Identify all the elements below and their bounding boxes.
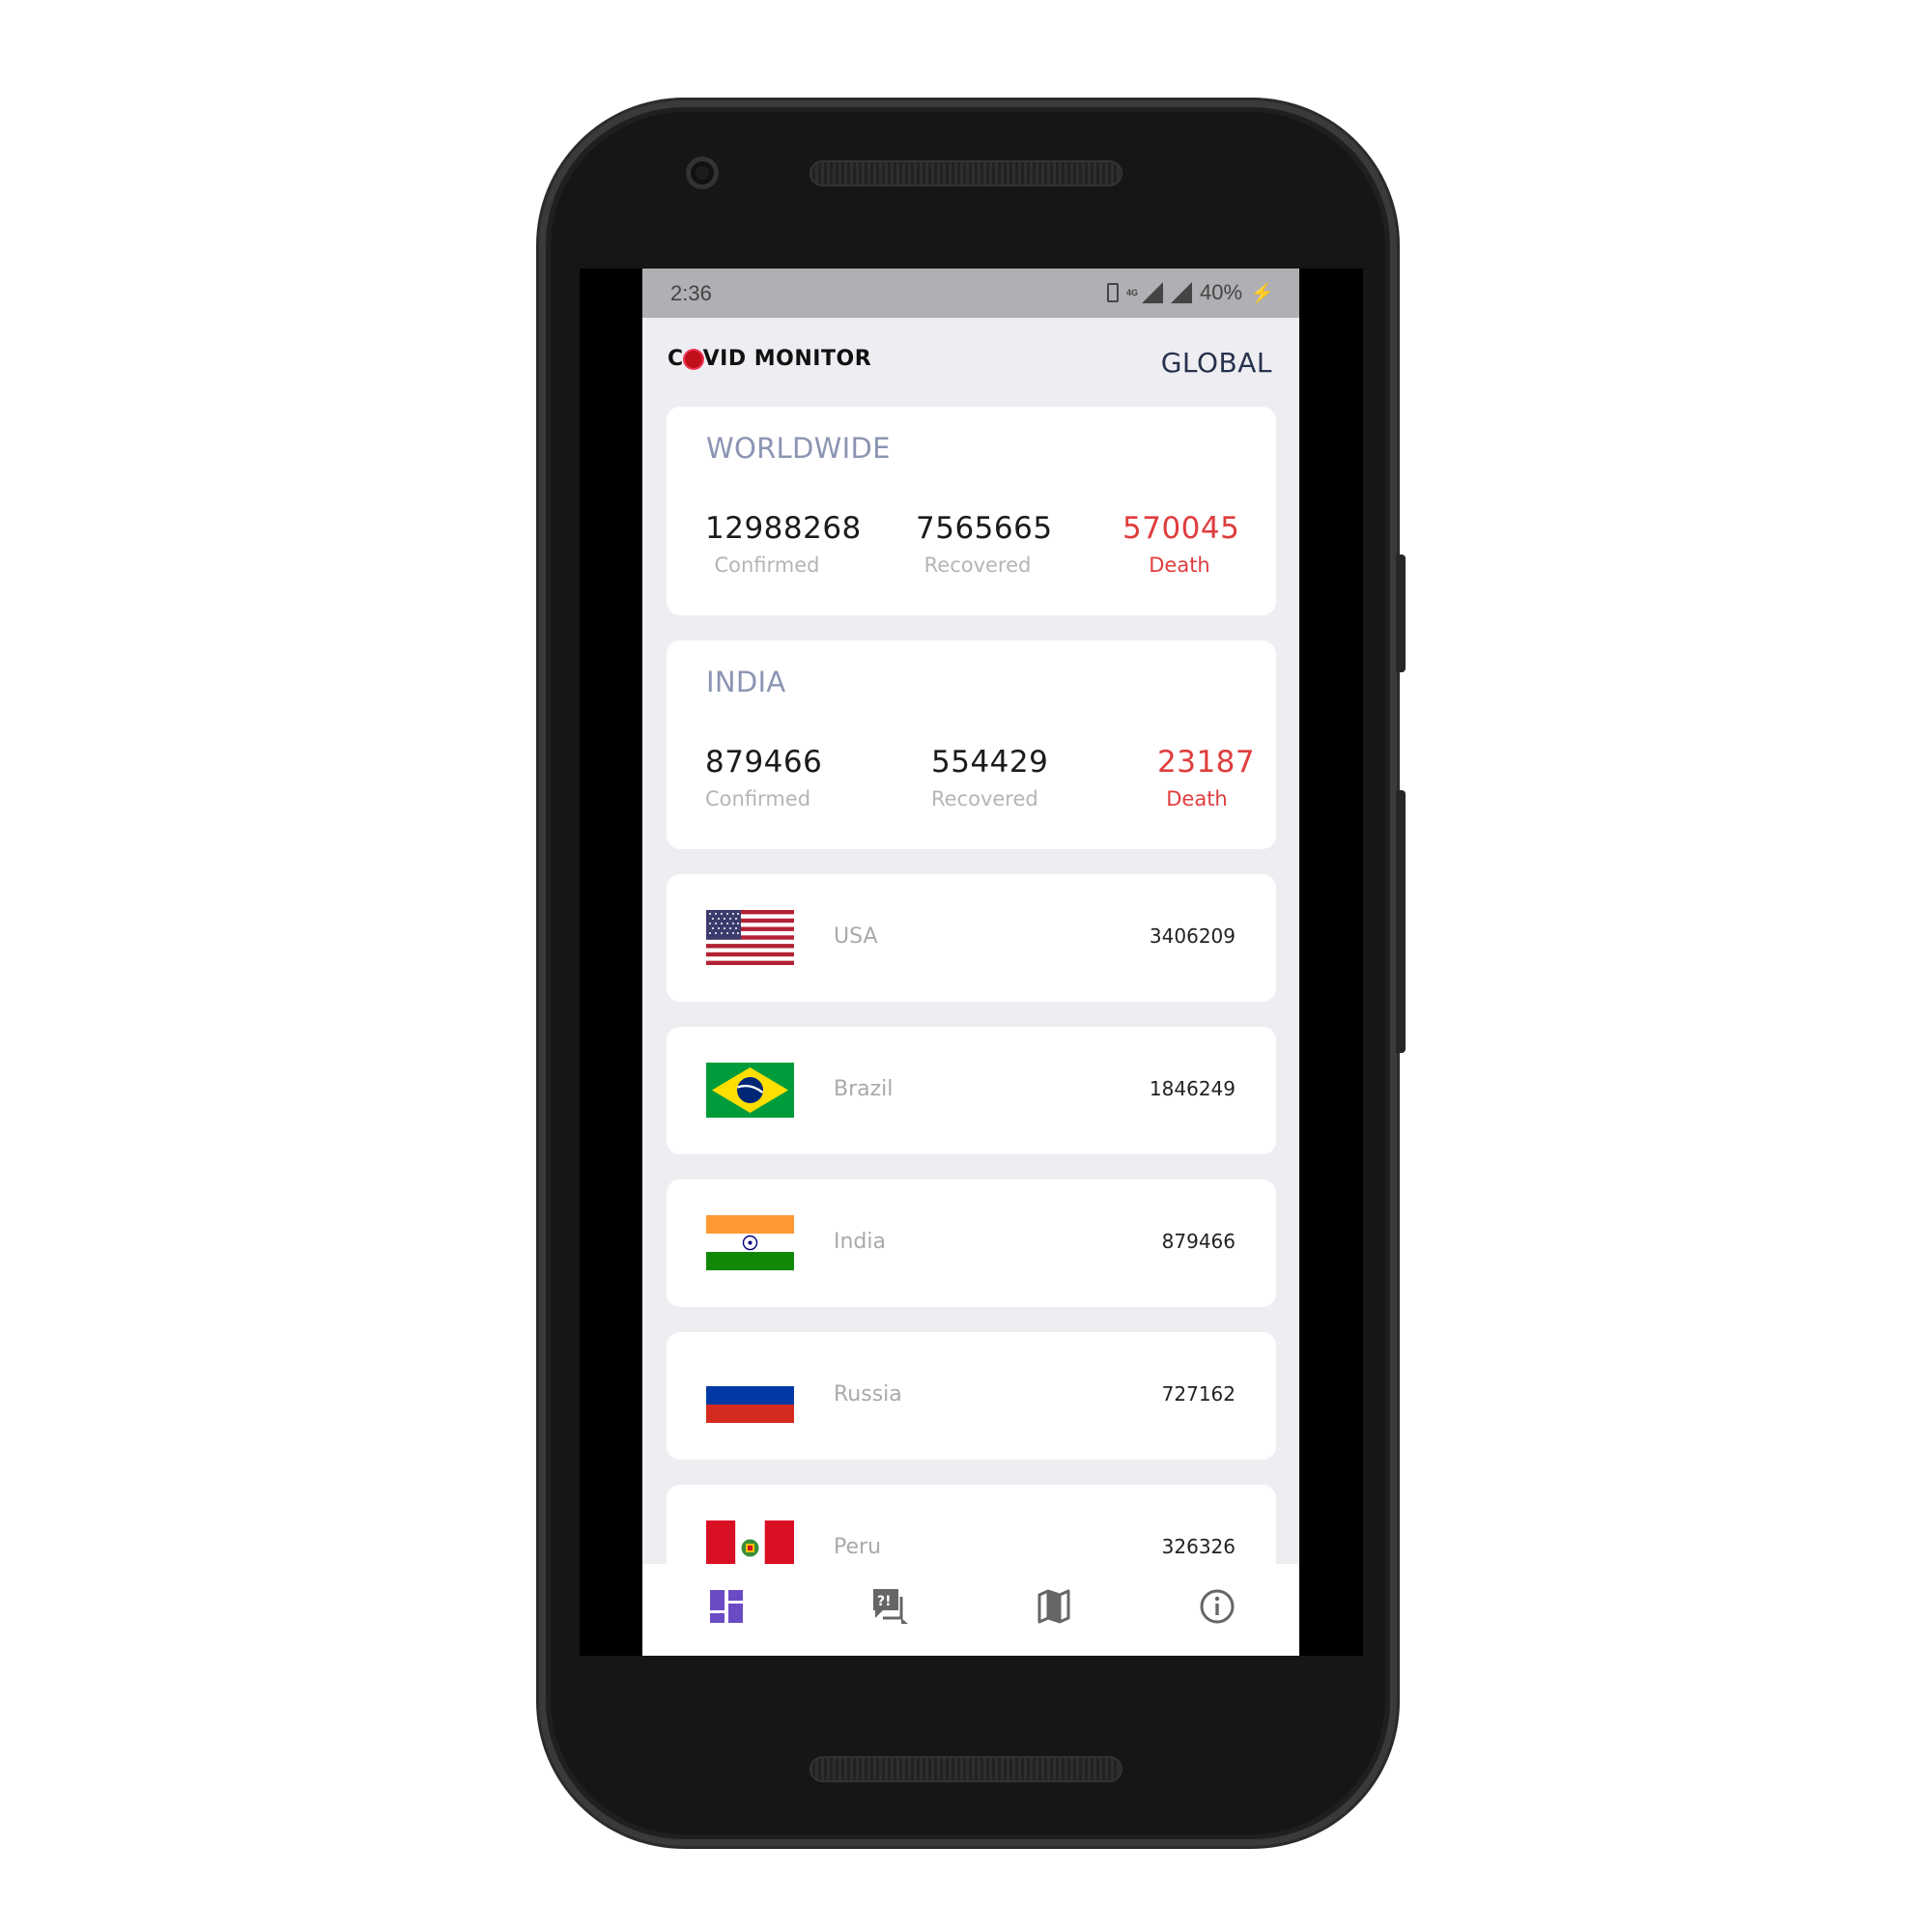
- country-confirmed: 3406209: [1149, 924, 1236, 948]
- india-death: 23187 Death: [1157, 745, 1256, 810]
- power-button: [1396, 554, 1406, 672]
- front-camera: [686, 156, 719, 189]
- brazil-flag: [706, 1063, 794, 1118]
- country-name: Brazil: [834, 1077, 894, 1101]
- worldwide-title: WORLDWIDE: [706, 432, 891, 465]
- logo-text: VID MONITOR: [702, 347, 872, 371]
- usa-flag: [706, 910, 794, 965]
- confirmed-label: Confirmed: [705, 787, 811, 810]
- death-label: Death: [1149, 554, 1210, 577]
- country-row-usa[interactable]: USA 3406209: [667, 874, 1276, 1002]
- worldwide-recovered: 7565665 Recovered: [916, 511, 1053, 577]
- india-confirmed: 879466 Confirmed: [705, 745, 823, 810]
- country-confirmed: 326326: [1161, 1535, 1236, 1558]
- earpiece-speaker: [810, 160, 1122, 186]
- bottom-speaker: [810, 1756, 1122, 1782]
- status-bar: 2:36 4G 40% ⚡: [642, 269, 1299, 318]
- confirmed-value: 12988268: [705, 511, 862, 546]
- signal-icon: [1171, 282, 1193, 303]
- russia-flag: [706, 1368, 794, 1423]
- status-icons: 4G 40% ⚡: [1107, 280, 1274, 305]
- worldwide-death: 570045 Death: [1122, 511, 1240, 577]
- info-icon[interactable]: [1198, 1587, 1236, 1626]
- country-row-brazil[interactable]: Brazil 1846249: [667, 1027, 1276, 1154]
- vibrate-icon: [1107, 283, 1120, 302]
- svg-text:?!: ?!: [877, 1594, 892, 1609]
- bottom-navigation: ?!: [642, 1564, 1299, 1656]
- recovered-label: Recovered: [931, 787, 1038, 810]
- volume-button: [1396, 790, 1406, 1053]
- death-value: 570045: [1122, 511, 1240, 546]
- death-label: Death: [1166, 787, 1228, 810]
- logo-letter: C: [668, 347, 684, 371]
- country-name: India: [834, 1230, 886, 1254]
- map-icon[interactable]: [1035, 1587, 1073, 1626]
- country-row-russia[interactable]: Russia 727162: [667, 1332, 1276, 1460]
- worldwide-confirmed: 12988268 Confirmed: [705, 511, 862, 577]
- country-confirmed: 879466: [1161, 1230, 1236, 1253]
- india-flag: [706, 1215, 794, 1270]
- country-confirmed: 727162: [1161, 1382, 1236, 1406]
- country-row-india[interactable]: India 879466: [667, 1179, 1276, 1307]
- death-value: 23187: [1157, 745, 1256, 780]
- status-time: 2:36: [670, 281, 712, 305]
- india-title: INDIA: [706, 666, 786, 698]
- faq-icon[interactable]: ?!: [871, 1587, 910, 1626]
- battery-percent: 40%: [1200, 280, 1243, 304]
- charging-icon: ⚡: [1250, 282, 1274, 304]
- app-logo: C VID MONITOR: [668, 347, 871, 371]
- app-screen: 2:36 4G 40% ⚡ C VID MONITOR GLOBAL WORLD…: [642, 269, 1299, 1656]
- worldwide-card: WORLDWIDE 12988268 Confirmed 7565665 Rec…: [667, 407, 1276, 615]
- recovered-value: 7565665: [916, 511, 1053, 546]
- confirmed-label: Confirmed: [714, 554, 820, 577]
- dashboard-icon[interactable]: [707, 1587, 746, 1626]
- mobile-signal-icon: [1142, 282, 1164, 303]
- country-confirmed: 1846249: [1149, 1077, 1236, 1100]
- confirmed-value: 879466: [705, 745, 823, 780]
- recovered-value: 554429: [931, 745, 1049, 780]
- network-type: 4G: [1126, 288, 1139, 298]
- country-name: Peru: [834, 1535, 882, 1559]
- recovered-label: Recovered: [923, 554, 1032, 577]
- country-name: Russia: [834, 1382, 902, 1406]
- app-header: C VID MONITOR GLOBAL: [642, 318, 1299, 408]
- india-summary-card: INDIA 879466 Confirmed 554429 Recovered …: [667, 640, 1276, 849]
- country-name: USA: [834, 924, 878, 949]
- page-title: GLOBAL: [1160, 347, 1272, 379]
- virus-icon: [684, 350, 702, 368]
- india-recovered: 554429 Recovered: [931, 745, 1049, 810]
